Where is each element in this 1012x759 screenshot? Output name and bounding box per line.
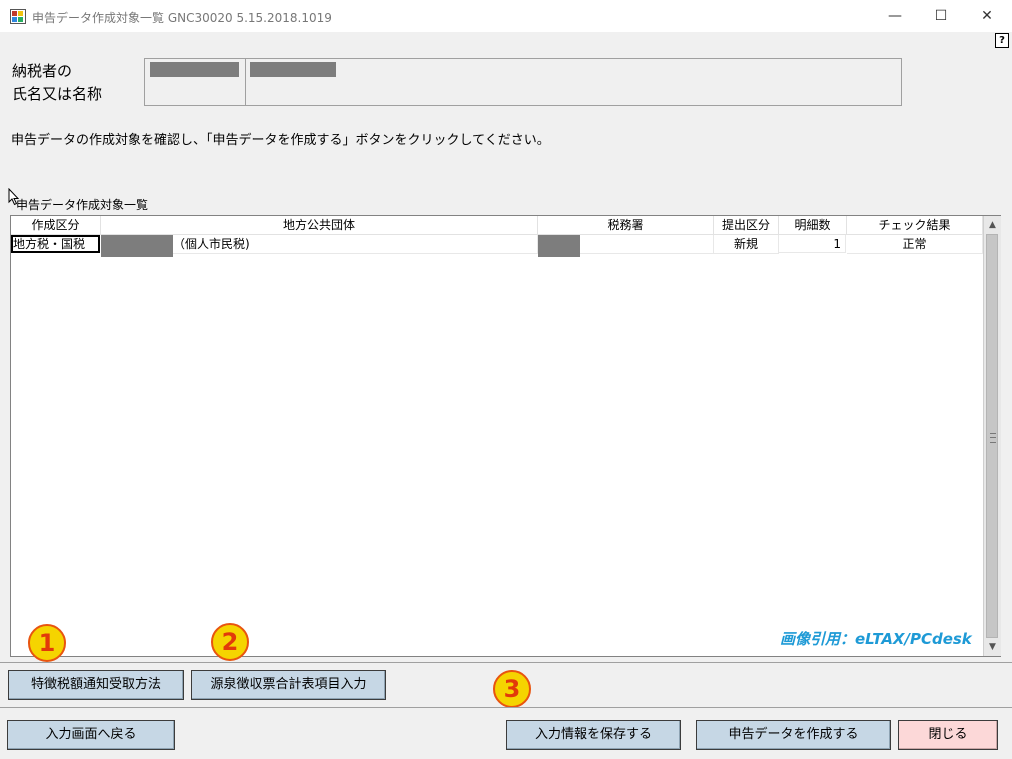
- municipality-suffix: （個人市民税): [173, 237, 250, 251]
- separator-line: [0, 662, 1012, 663]
- window-title: 申告データ作成対象一覧 GNC30020 5.15.2018.1019: [32, 11, 332, 25]
- scroll-up-icon[interactable]: ▲: [985, 217, 1000, 233]
- redacted-municipality: [101, 235, 173, 257]
- title-bar: 申告データ作成対象一覧 GNC30020 5.15.2018.1019 — ☐ …: [0, 0, 1012, 32]
- maximize-button[interactable]: ☐: [918, 0, 964, 32]
- minimize-button[interactable]: —: [872, 0, 918, 32]
- create-return-data-button[interactable]: 申告データを作成する: [696, 720, 891, 750]
- taxpayer-label-line2: 氏名又は名称: [12, 85, 103, 103]
- column-header-check-result[interactable]: チェック結果: [847, 216, 983, 235]
- annotation-badge-1: 1: [28, 624, 66, 662]
- table-row-cell-type[interactable]: 地方税・国税: [11, 235, 100, 253]
- column-header-submission[interactable]: 提出区分: [714, 216, 779, 235]
- app-icon: [10, 9, 26, 24]
- name-field-divider: [245, 59, 246, 105]
- annotation-badge-2: 2: [211, 623, 249, 661]
- table-row-cell-submission[interactable]: 新規: [714, 235, 779, 254]
- annotation-badge-3: 3: [493, 670, 531, 708]
- column-header-type[interactable]: 作成区分: [11, 216, 101, 235]
- back-to-input-button[interactable]: 入力画面へ戻る: [7, 720, 175, 750]
- target-list-grid[interactable]: 作成区分 地方公共団体 税務署 提出区分 明細数 チェック結果 地方税・国税 （…: [10, 215, 1001, 657]
- taxpayer-name-field: [144, 58, 902, 106]
- save-input-button[interactable]: 入力情報を保存する: [506, 720, 681, 750]
- table-row-cell-tax-office[interactable]: [538, 235, 714, 257]
- window-close-button[interactable]: ✕: [964, 0, 1010, 32]
- scroll-grip-icon: [990, 433, 996, 443]
- scroll-thumb[interactable]: [986, 234, 998, 638]
- taxpayer-label: 納税者の 氏名又は名称: [12, 60, 102, 106]
- vertical-scrollbar[interactable]: ▲ ▼: [983, 216, 1001, 656]
- redacted-name-part1: [150, 62, 239, 77]
- table-row-cell-check[interactable]: 正常: [847, 235, 983, 254]
- scroll-down-icon[interactable]: ▼: [985, 639, 1000, 655]
- column-header-tax-office[interactable]: 税務署: [538, 216, 714, 235]
- taxpayer-label-line1: 納税者の: [12, 62, 73, 80]
- notice-receipt-method-button[interactable]: 特徴税額通知受取方法: [8, 670, 184, 700]
- instruction-text: 申告データの作成対象を確認し、「申告データを作成する」ボタンをクリックしてくださ…: [11, 133, 550, 148]
- image-credit-watermark: 画像引用：eLTAX/PCdesk: [780, 630, 972, 648]
- withholding-summary-input-button[interactable]: 源泉徴収票合計表項目入力: [191, 670, 386, 700]
- table-row-cell-municipality[interactable]: （個人市民税): [101, 235, 538, 257]
- redacted-name-part2: [250, 62, 336, 77]
- help-icon[interactable]: ?: [995, 33, 1009, 48]
- separator-line: [0, 707, 1012, 708]
- column-header-municipality[interactable]: 地方公共団体: [101, 216, 538, 235]
- column-header-count[interactable]: 明細数: [779, 216, 847, 235]
- table-row-cell-count[interactable]: 1: [779, 235, 846, 253]
- grid-caption: 申告データ作成対象一覧: [16, 198, 149, 212]
- close-button[interactable]: 閉じる: [898, 720, 998, 750]
- redacted-tax-office: [538, 235, 580, 257]
